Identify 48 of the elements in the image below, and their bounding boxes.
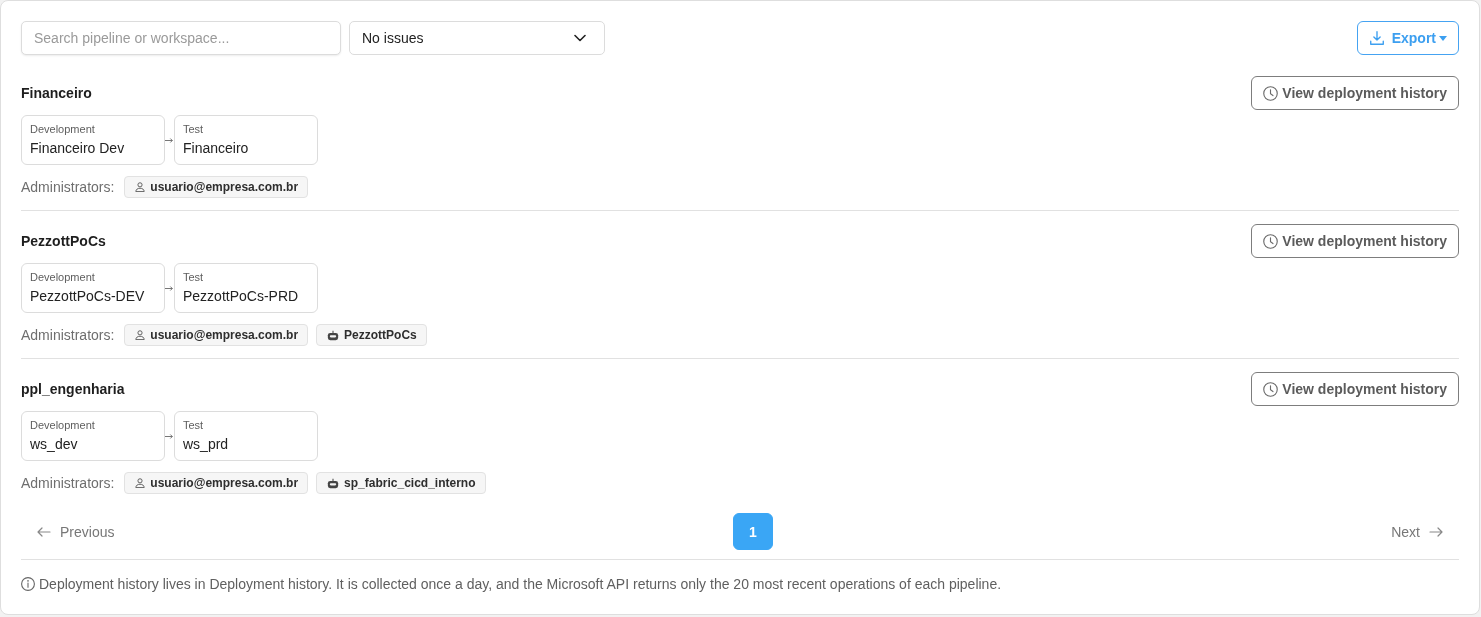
- stage-label: Test: [183, 419, 205, 432]
- workspace-name: ws_prd: [183, 435, 230, 453]
- robot-icon: [327, 329, 340, 341]
- clock-icon: [1263, 381, 1279, 397]
- chevron-down-icon: [574, 34, 586, 42]
- next-button[interactable]: Next: [1391, 523, 1443, 540]
- clock-icon: [1263, 233, 1279, 249]
- info-icon: [21, 577, 35, 591]
- arrow-left-icon: [37, 526, 51, 537]
- download-icon: [1369, 31, 1384, 45]
- admins-label: Administrators:: [21, 475, 115, 491]
- admin-name: sp_fabric_cicd_interno: [344, 476, 476, 490]
- admins-label: Administrators:: [21, 327, 115, 343]
- stage-label: Development: [30, 419, 96, 432]
- footer-note: Deployment history lives in Deployment history. It is collected once a day, and the Microsoft API returns only the 20 most recent operations of each pipeline.: [39, 575, 1002, 593]
- caret-icon: [1439, 35, 1447, 41]
- admin-name: usuario@empresa.com.br: [150, 476, 299, 490]
- workspace-name: PezzottPoCs-PRD: [183, 287, 300, 305]
- view-history-button[interactable]: View deployment history: [1251, 76, 1459, 110]
- robot-icon: [327, 477, 340, 489]
- user-icon: [135, 182, 146, 192]
- clock-icon: [1263, 85, 1279, 101]
- pipeline-name: Financeiro: [21, 85, 92, 101]
- previous-button[interactable]: Previous: [37, 523, 115, 540]
- user-icon: [135, 478, 146, 488]
- pipeline-name: PezzottPoCs: [21, 233, 106, 249]
- view-history-button[interactable]: View deployment history: [1251, 372, 1459, 406]
- workspace-name: ws_dev: [30, 435, 79, 453]
- arrow-right-icon: [1429, 526, 1443, 537]
- admin-name: usuario@empresa.com.br: [150, 328, 299, 342]
- arrow-icon: [165, 285, 173, 291]
- view-history-button[interactable]: View deployment history: [1251, 224, 1459, 258]
- admin-name: usuario@empresa.com.br: [150, 180, 299, 194]
- arrow-icon: [165, 433, 173, 439]
- workspace-name: Financeiro: [183, 139, 250, 157]
- workspace-name: Financeiro Dev: [30, 139, 126, 157]
- admins-label: Administrators:: [21, 179, 115, 195]
- search-field[interactable]: Search pipeline or workspace...: [21, 21, 341, 55]
- user-icon: [135, 330, 146, 340]
- pipeline-name: ppl_engenharia: [21, 381, 125, 397]
- stage-label: Development: [30, 271, 96, 284]
- stage-label: Development: [30, 123, 96, 136]
- stage-label: Test: [183, 271, 205, 284]
- workspace-name: PezzottPoCs-DEV: [30, 287, 146, 305]
- arrow-icon: [165, 137, 173, 143]
- stage-label: Test: [183, 123, 205, 136]
- filter-dropdown[interactable]: No issues: [349, 21, 605, 55]
- admin-name: PezzottPoCs: [344, 328, 417, 342]
